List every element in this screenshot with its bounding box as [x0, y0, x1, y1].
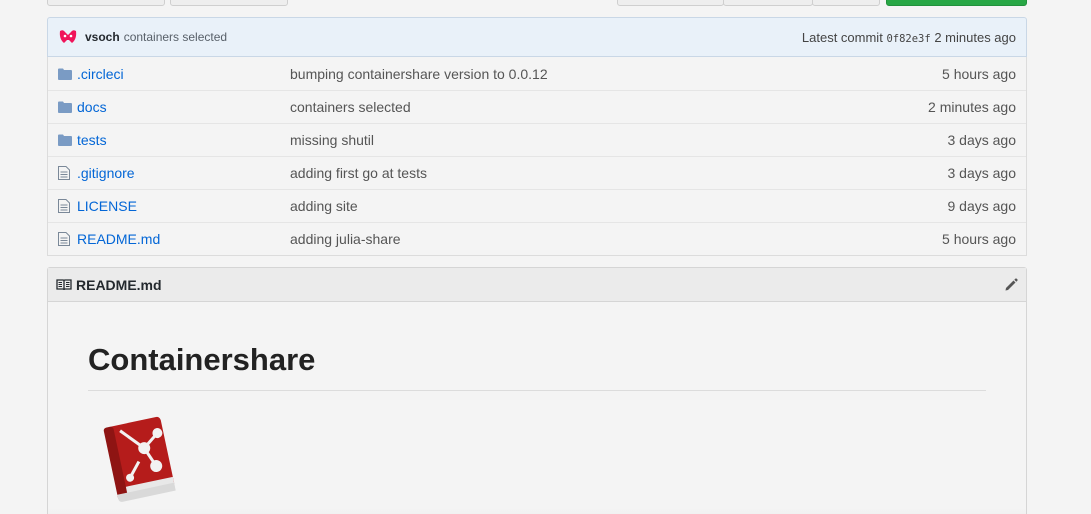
avatar[interactable]: [58, 29, 78, 45]
file-age: 5 hours ago: [942, 65, 1016, 82]
folder-icon: [48, 68, 77, 80]
readme-header: README.md: [48, 268, 1026, 302]
file-row: .circleci bumping containershare version…: [48, 57, 1026, 90]
file-commit-message[interactable]: containers selected: [290, 99, 866, 115]
latest-commit-label: Latest commit: [801, 29, 883, 45]
file-row: README.md adding julia-share 5 hours ago: [48, 222, 1026, 255]
file-commit-message[interactable]: adding julia-share: [290, 231, 866, 247]
folder-icon: [48, 134, 77, 146]
readme-filename: README.md: [76, 276, 162, 293]
file-name-link[interactable]: docs: [77, 99, 290, 115]
book-icon: [56, 278, 72, 291]
file-commit-message[interactable]: missing shutil: [290, 132, 866, 148]
find-file-button[interactable]: [812, 0, 880, 6]
new-pull-request-button[interactable]: [170, 0, 288, 6]
commit-author[interactable]: vsoch: [85, 30, 120, 44]
pencil-icon[interactable]: [1004, 277, 1018, 292]
readme-title: Containershare: [88, 342, 986, 391]
file-age: 3 days ago: [947, 165, 1017, 181]
commit-age: 2 minutes ago: [934, 29, 1016, 45]
containershare-logo: [96, 409, 986, 510]
upload-files-button[interactable]: [723, 0, 813, 6]
readme-body: Containershare: [48, 302, 1026, 510]
clone-download-button[interactable]: [886, 0, 1027, 6]
file-commit-message[interactable]: adding site: [290, 198, 866, 214]
commit-sha[interactable]: 0f82e3f: [886, 33, 930, 45]
commit-message[interactable]: containers selected: [124, 30, 227, 44]
file-icon: [48, 232, 77, 246]
file-name-link[interactable]: .gitignore: [77, 165, 290, 181]
latest-commit-bar: vsoch containers selected Latest commit …: [47, 17, 1027, 57]
file-age: 5 hours ago: [942, 231, 1016, 247]
file-row: LICENSE adding site 9 days ago: [48, 189, 1026, 222]
file-name-link[interactable]: tests: [77, 132, 290, 148]
file-name-link[interactable]: README.md: [77, 231, 290, 247]
create-file-button[interactable]: [617, 0, 724, 6]
latest-commit-info: Latest commit 0f82e3f 2 minutes ago: [802, 30, 1016, 45]
readme-panel: README.md Containershare: [47, 267, 1027, 514]
file-age: 2 minutes ago: [928, 99, 1016, 115]
file-icon: [48, 199, 77, 213]
scroll-fade: [48, 508, 1026, 514]
folder-icon: [48, 101, 77, 113]
file-age: 3 days ago: [947, 132, 1017, 148]
file-row: docs containers selected 2 minutes ago: [48, 90, 1026, 123]
file-list: .circleci bumping containershare version…: [47, 57, 1027, 256]
file-commit-message[interactable]: adding first go at tests: [290, 165, 866, 181]
file-row: .gitignore adding first go at tests 3 da…: [48, 156, 1026, 189]
file-commit-message[interactable]: bumping containershare version to 0.0.12: [290, 66, 866, 82]
file-age: 9 days ago: [947, 198, 1017, 214]
branch-button[interactable]: [47, 0, 165, 6]
file-name-link[interactable]: LICENSE: [77, 198, 290, 214]
file-row: tests missing shutil 3 days ago: [48, 123, 1026, 156]
file-icon: [48, 166, 77, 180]
file-name-link[interactable]: .circleci: [77, 66, 290, 82]
